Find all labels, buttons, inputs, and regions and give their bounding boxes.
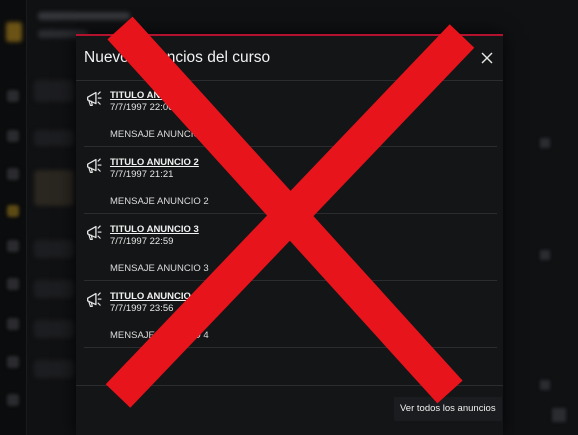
background-nav-icon: [7, 356, 19, 368]
announcement-message: MENSAJE ANUNCIO 1: [110, 129, 209, 140]
announcement-date: 7/7/1997 22:59: [110, 236, 174, 247]
background-block: [34, 280, 74, 298]
megaphone-icon: [87, 91, 102, 107]
megaphone-icon: [87, 158, 102, 174]
background-nav-icon: [7, 394, 19, 406]
modal-title: Nuevos anuncios del curso: [84, 49, 271, 66]
background-block: [34, 80, 74, 102]
page: Nuevos anuncios del curso TITULO ANUNCIO…: [0, 0, 578, 435]
announcement-message: MENSAJE ANUNCIO 3: [110, 263, 209, 274]
background-block: [34, 240, 74, 258]
announcement-date: 7/7/1997 22:06: [110, 102, 174, 113]
background-block: [34, 130, 74, 146]
announcement-item[interactable]: TITULO ANUNCIO 2 7/7/1997 21:21 MENSAJE …: [84, 147, 497, 214]
background-nav-icon: [7, 168, 19, 180]
announcement-title[interactable]: TITULO ANUNCIO 4: [110, 291, 199, 302]
background-nav-icon: [7, 278, 19, 290]
background-icon: [540, 250, 550, 260]
background-block: [34, 320, 74, 338]
close-button[interactable]: [479, 50, 495, 66]
announcement-item[interactable]: TITULO ANUNCIO 4 7/7/1997 23:56 MENSAJE …: [84, 281, 497, 348]
announcement-message: MENSAJE ANUNCIO 2: [110, 196, 209, 207]
announcement-title[interactable]: TITULO ANUNCIO 2: [110, 157, 199, 168]
background-icon: [552, 408, 566, 422]
announcement-date: 7/7/1997 21:21: [110, 169, 174, 180]
modal-header: Nuevos anuncios del curso: [76, 36, 503, 81]
background-header: [38, 12, 130, 20]
background-block: [34, 170, 74, 206]
background-nav-icon: [7, 240, 19, 252]
background-block: [34, 360, 74, 378]
close-icon: [481, 52, 493, 64]
background-sidebar: [0, 0, 27, 435]
announcement-item[interactable]: TITULO ANUNCIO 1 7/7/1997 22:06 MENSAJE …: [84, 80, 497, 147]
background-nav-icon: [7, 90, 19, 102]
announcements-modal: Nuevos anuncios del curso TITULO ANUNCIO…: [76, 34, 503, 435]
megaphone-icon: [87, 292, 102, 308]
megaphone-icon: [87, 225, 102, 241]
background-icon: [540, 138, 550, 148]
background-nav-icon: [7, 205, 19, 217]
announcement-message: MENSAJE ANUNCIO 4: [110, 330, 209, 341]
background-logo: [6, 22, 22, 42]
background-nav-icon: [7, 318, 19, 330]
background-icon: [540, 380, 550, 390]
announcement-title[interactable]: TITULO ANUNCIO 1: [110, 90, 199, 101]
announcement-item[interactable]: TITULO ANUNCIO 3 7/7/1997 22:59 MENSAJE …: [84, 214, 497, 281]
announcement-list: TITULO ANUNCIO 1 7/7/1997 22:06 MENSAJE …: [84, 80, 497, 348]
announcement-title[interactable]: TITULO ANUNCIO 3: [110, 224, 199, 235]
background-nav-icon: [7, 130, 19, 142]
modal-footer: Ver todos los anuncios: [76, 385, 503, 435]
announcement-date: 7/7/1997 23:56: [110, 303, 174, 314]
view-all-announcements-button[interactable]: Ver todos los anuncios: [394, 397, 502, 421]
